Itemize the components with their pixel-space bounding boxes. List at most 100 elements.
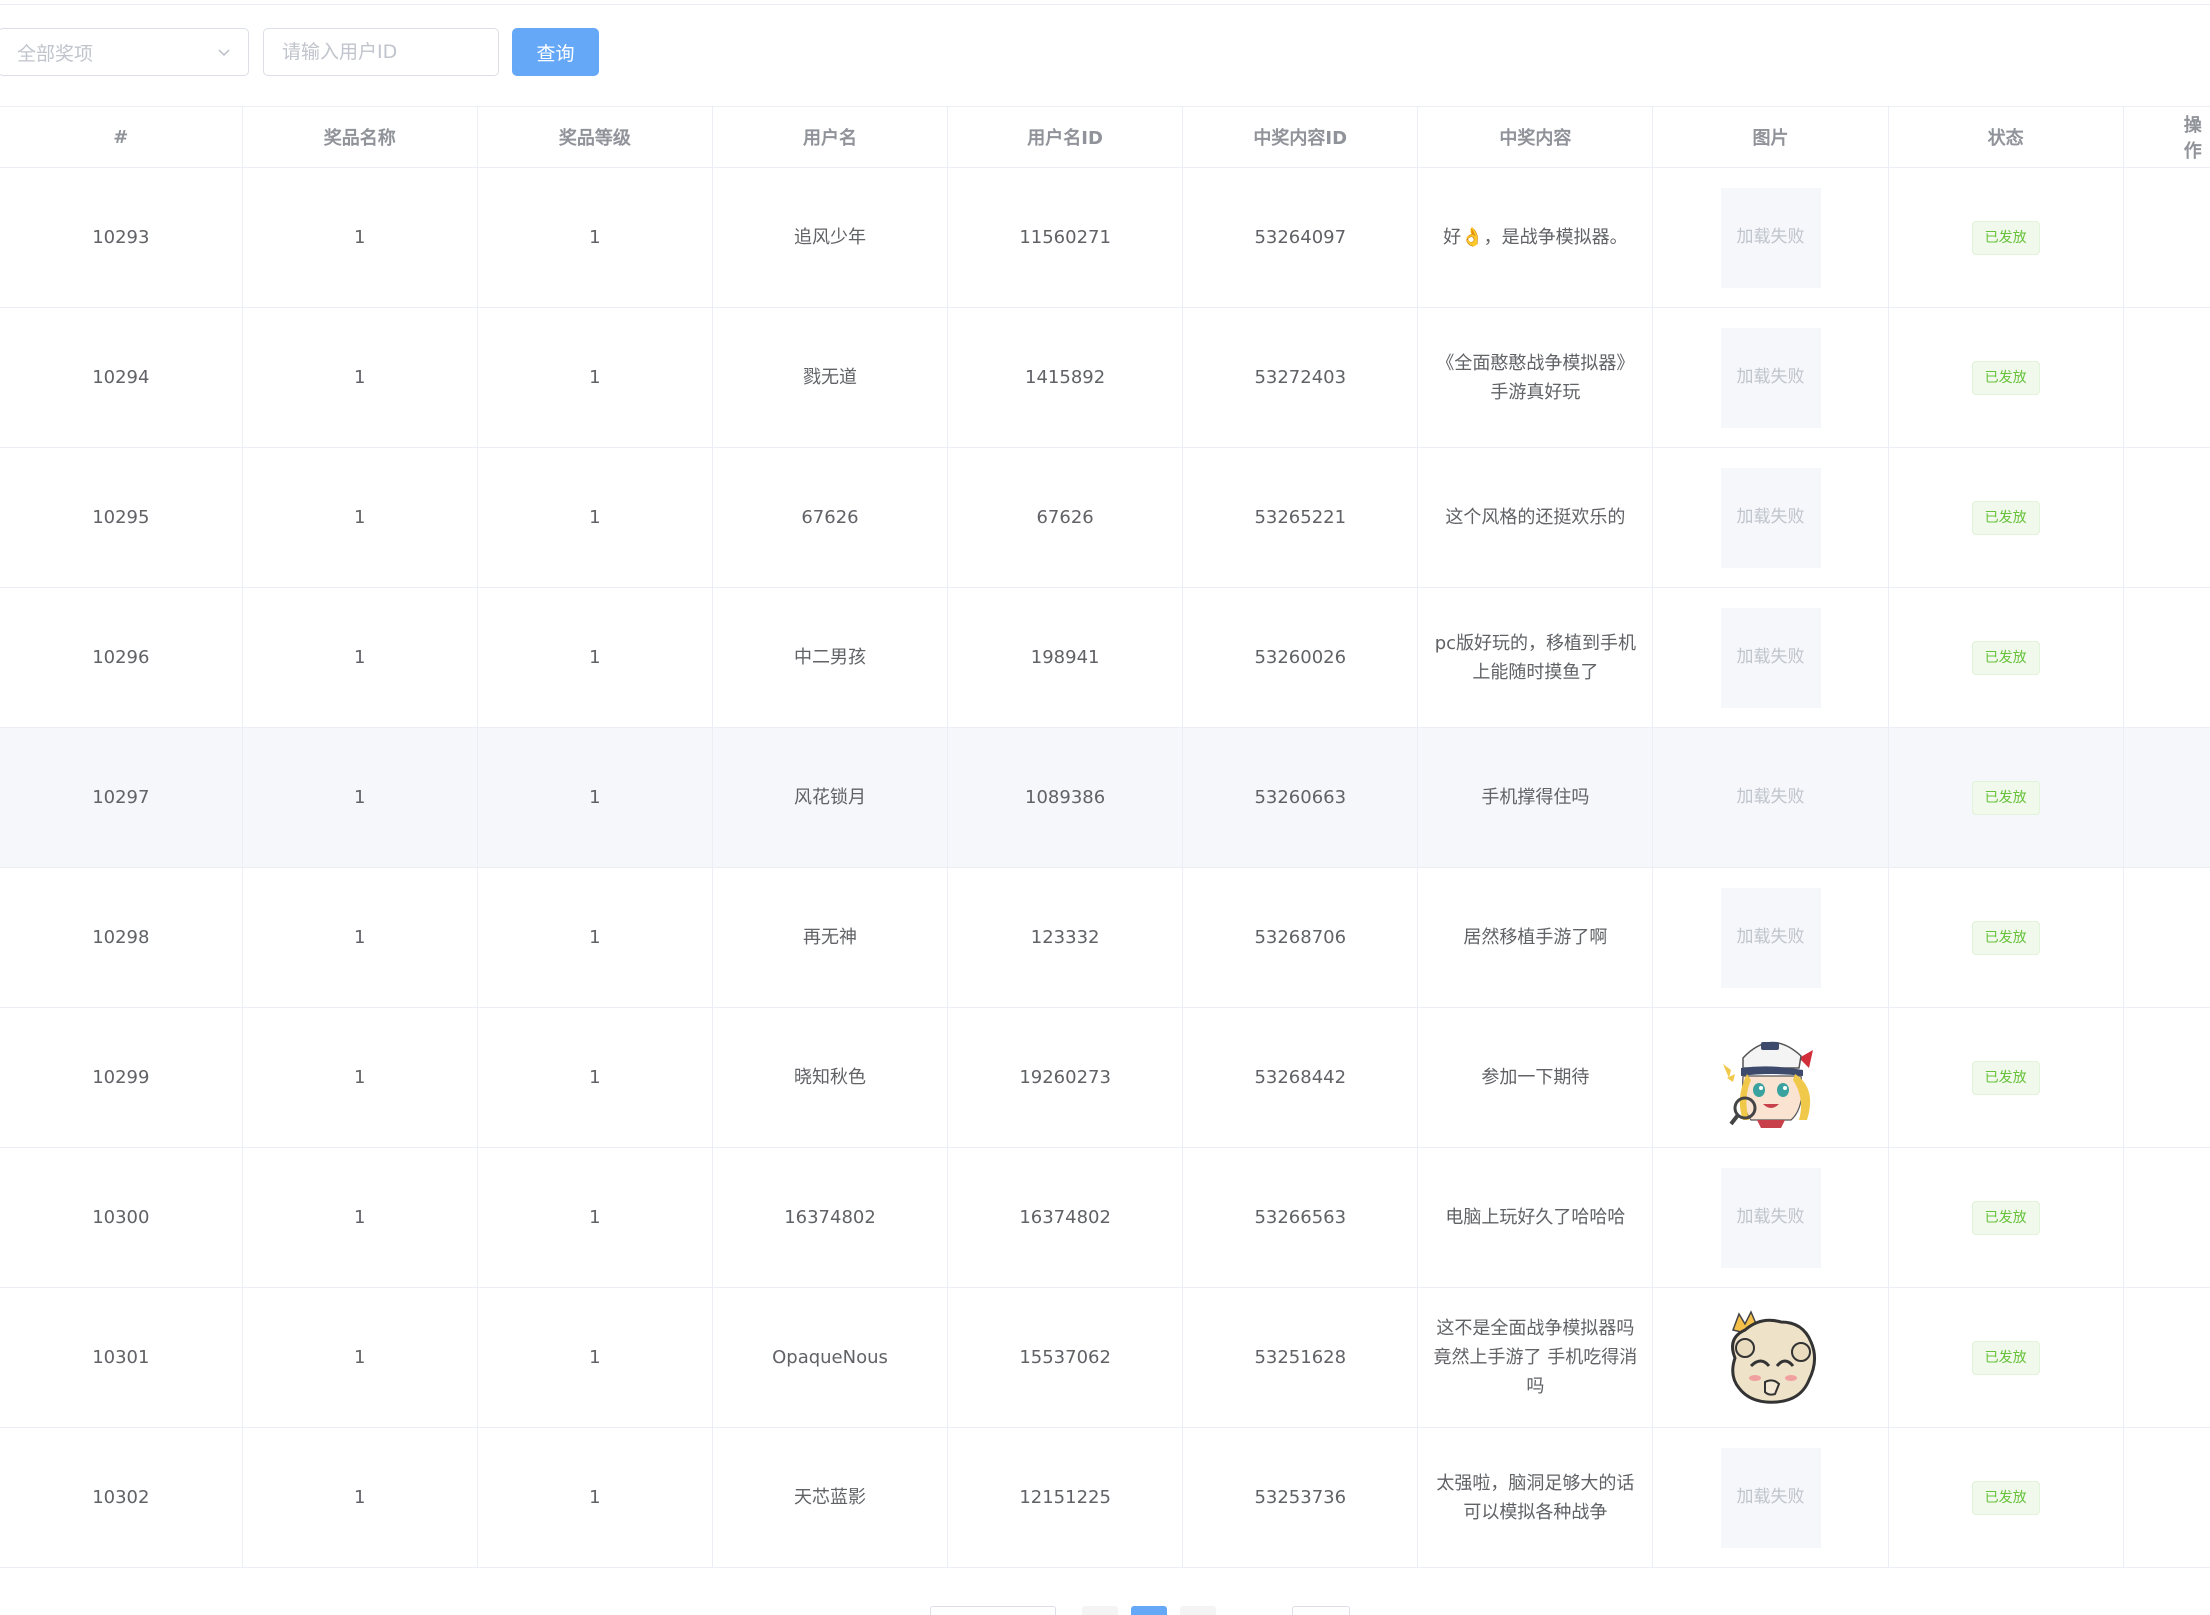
cell-content-id: 53265221 — [1182, 447, 1419, 588]
header-prize-name: 奖品名称 — [242, 106, 478, 168]
cell-index: 10297 — [0, 727, 243, 868]
cell-username: 中二男孩 — [712, 587, 949, 728]
cell-actions — [2123, 1287, 2210, 1428]
cell-actions — [2123, 587, 2210, 728]
cell-index: 10296 — [0, 587, 243, 728]
image-load-failed[interactable]: 加载失败 — [1720, 1167, 1821, 1268]
cell-prize-level: 1 — [477, 447, 713, 588]
cell-status: 已发放 — [1888, 867, 2124, 1008]
cell-username: 晓知秋色 — [712, 1007, 949, 1148]
status-badge: 已发放 — [1971, 500, 2040, 535]
status-badge: 已发放 — [1971, 920, 2040, 955]
status-badge: 已发放 — [1971, 780, 2040, 815]
cell-status: 已发放 — [1888, 1427, 2124, 1568]
cell-prize-name: 1 — [242, 867, 478, 1008]
image-load-failed[interactable]: 加载失败 — [1720, 187, 1821, 288]
cell-username: 戮无道 — [712, 307, 949, 448]
header-content: 中奖内容 — [1417, 106, 1654, 168]
cell-index: 10295 — [0, 447, 243, 588]
cell-image: 加载失败 — [1652, 447, 1889, 588]
cell-user-id: 11560271 — [947, 167, 1184, 308]
image-load-failed[interactable]: 加载失败 — [1720, 467, 1821, 568]
cell-actions — [2123, 727, 2210, 868]
status-badge: 已发放 — [1971, 1340, 2040, 1375]
page-jump-input[interactable] — [1292, 1606, 1350, 1615]
header-index: # — [0, 106, 243, 168]
cell-status: 已发放 — [1888, 1287, 2124, 1428]
cell-prize-level: 1 — [477, 587, 713, 728]
table-row: 10300 1 1 16374802 16374802 53266563 电脑上玩好久了哈哈… — [0, 1147, 2210, 1288]
cell-image: 加载失败 — [1652, 1147, 1889, 1288]
table-row: 10293 1 1 追风少年 11560271 53264097 好👌，是战争模拟器。 加载失… — [0, 167, 2210, 308]
image-load-failed[interactable]: 加载失败 — [1720, 887, 1821, 988]
header-image: 图片 — [1652, 106, 1889, 168]
page-number[interactable] — [1180, 1606, 1216, 1615]
cell-content-id: 53272403 — [1182, 307, 1419, 448]
cell-prize-name: 1 — [242, 1147, 478, 1288]
cell-index: 10299 — [0, 1007, 243, 1148]
cell-image: 加载失败 — [1652, 1427, 1889, 1568]
cell-content: 手机撑得住吗 — [1417, 727, 1654, 868]
cell-image: 加载失败 — [1652, 727, 1889, 868]
cell-prize-level: 1 — [477, 1147, 713, 1288]
header-actions: 操作 — [2123, 106, 2210, 168]
cell-actions — [2123, 1147, 2210, 1288]
cell-image: 加载失败 — [1652, 867, 1889, 1008]
header-username: 用户名 — [712, 106, 949, 168]
cell-content: 居然移植手游了啊 — [1417, 867, 1654, 1008]
cell-index: 10294 — [0, 307, 243, 448]
cell-username: 追风少年 — [712, 167, 949, 308]
status-badge: 已发放 — [1971, 1060, 2040, 1095]
cell-actions — [2123, 167, 2210, 308]
cell-index: 10301 — [0, 1287, 243, 1428]
image-load-failed[interactable]: 加载失败 — [1720, 607, 1821, 708]
cell-username: 16374802 — [712, 1147, 949, 1288]
status-badge: 已发放 — [1971, 640, 2040, 675]
status-badge: 已发放 — [1971, 360, 2040, 395]
image-load-failed[interactable]: 加载失败 — [1720, 327, 1821, 428]
cell-prize-name: 1 — [242, 1007, 478, 1148]
cell-content-id: 53264097 — [1182, 167, 1419, 308]
image-load-failed[interactable]: 加载失败 — [1720, 747, 1821, 848]
table-row: 10294 1 1 戮无道 1415892 53272403 《全面憨憨战争模拟器》手游真好… — [0, 307, 2210, 448]
cell-index: 10302 — [0, 1427, 243, 1568]
query-button[interactable]: 查询 — [512, 28, 599, 76]
cell-prize-level: 1 — [477, 727, 713, 868]
cell-prize-level: 1 — [477, 167, 713, 308]
cell-user-id: 198941 — [947, 587, 1184, 728]
user-id-input[interactable] — [263, 28, 499, 76]
cell-prize-level: 1 — [477, 307, 713, 448]
cell-index: 10300 — [0, 1147, 243, 1288]
cell-image: 加载失败 — [1652, 307, 1889, 448]
cell-content: 这个风格的还挺欢乐的 — [1417, 447, 1654, 588]
cell-prize-name: 1 — [242, 447, 478, 588]
pagination — [0, 1606, 2210, 1615]
prev-page-button[interactable] — [1082, 1606, 1118, 1615]
cell-status: 已发放 — [1888, 1147, 2124, 1288]
cell-prize-level: 1 — [477, 867, 713, 1008]
image-load-failed[interactable]: 加载失败 — [1720, 1447, 1821, 1548]
cell-index: 10298 — [0, 867, 243, 1008]
status-badge: 已发放 — [1971, 1480, 2040, 1515]
cell-content-id: 53251628 — [1182, 1287, 1419, 1428]
avatar-image — [1730, 1309, 1816, 1404]
prize-select[interactable]: 全部奖项 — [0, 28, 249, 76]
page-number-active[interactable] — [1131, 1606, 1167, 1615]
header-content-id: 中奖内容ID — [1182, 106, 1419, 168]
cell-actions — [2123, 867, 2210, 1008]
cell-image — [1652, 1007, 1889, 1148]
cell-prize-level: 1 — [477, 1007, 713, 1148]
cell-content: 这不是全面战争模拟器吗竟然上手游了 手机吃得消吗 — [1417, 1287, 1654, 1428]
top-divider — [0, 4, 2210, 5]
page-size-select[interactable] — [930, 1606, 1056, 1615]
cell-image — [1652, 1287, 1889, 1428]
cell-content-id: 53253736 — [1182, 1427, 1419, 1568]
cell-prize-name: 1 — [242, 587, 478, 728]
cell-status: 已发放 — [1888, 167, 2124, 308]
cell-username: 天芯蓝影 — [712, 1427, 949, 1568]
cell-user-id: 12151225 — [947, 1427, 1184, 1568]
cell-actions — [2123, 1427, 2210, 1568]
cell-user-id: 16374802 — [947, 1147, 1184, 1288]
cell-actions — [2123, 307, 2210, 448]
cell-image: 加载失败 — [1652, 587, 1889, 728]
